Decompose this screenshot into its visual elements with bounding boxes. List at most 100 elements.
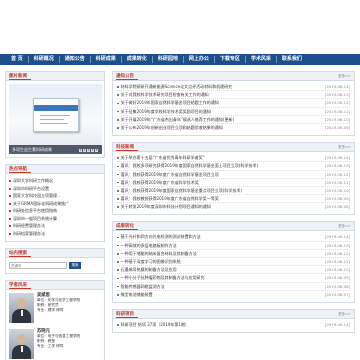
hot-link[interactable]: 科研档案管理办法 bbox=[9, 230, 101, 238]
bullet-icon bbox=[117, 236, 119, 239]
site-search-panel: 站内搜索 搜索 bbox=[5, 248, 105, 274]
list-item[interactable]: 关于做好2019年国家自然科学基金项目结题工作的通知 [2019-06-12] bbox=[117, 99, 350, 108]
bullet-icon bbox=[117, 157, 119, 159]
bullet-icon bbox=[9, 187, 11, 190]
bullet-icon bbox=[117, 165, 119, 168]
nav-scholars[interactable]: 学术风采 bbox=[246, 54, 276, 65]
hot-link[interactable]: 科研处信息平台使用指南 bbox=[9, 207, 101, 215]
right-column: 通知公告 更多>> 材料学院硕研开通新能源Science论文点评活动材料和机理研… bbox=[112, 71, 355, 339]
panel-header: 科技新闻 更多>> bbox=[113, 143, 354, 153]
list-item[interactable]: 一种高效的多层电路板制作方法 [2019-06-13] bbox=[117, 242, 350, 250]
bullet-icon bbox=[117, 198, 119, 200]
hot-link[interactable]: 深圳市科研平台设置 bbox=[9, 185, 101, 193]
list-item[interactable]: 关于转发2019年度深圳市科技计划项目通知的通知 [2019-06-08] bbox=[117, 203, 350, 211]
hot-link[interactable]: 深圳大学科研工作概况 bbox=[9, 177, 101, 185]
list-item[interactable]: 一种用于储能的纳米复合材料及其制备方法 [2019-06-12] bbox=[117, 250, 350, 258]
panel-title: 站内搜索 bbox=[9, 250, 31, 257]
scholar-card[interactable]: 吴斌思 单位：化学与化学工程学院 职称：研究员 专业：理学 博导 bbox=[6, 290, 104, 326]
nav-achievements[interactable]: 科研成果 bbox=[91, 54, 121, 65]
slider-pager: 1 2 3 4 5 bbox=[79, 149, 98, 152]
more-link[interactable]: 更多>> bbox=[338, 312, 351, 317]
nav-downloads[interactable]: 下载专区 bbox=[215, 54, 245, 65]
research-news-panel: 科技新闻 更多>> 关于举办第十五届“广东省优秀青年科研学者奖” [2019-06… bbox=[112, 142, 355, 216]
list-item[interactable]: 关于举办第十五届“广东省优秀青年科研学者奖” [2019-06-14] bbox=[117, 154, 350, 163]
hot-link[interactable]: 深圳市一般项目系统计算 bbox=[9, 215, 101, 223]
slider-page-button[interactable]: 4 bbox=[91, 149, 94, 152]
list-item[interactable]: 喜讯：我校多项研究获得2019年度国家自然科学基金面上项目立项(科学技术) [20… bbox=[117, 162, 350, 171]
list-item[interactable]: 材料学院硕研开通新能源Science论文点评活动材料和机理研究 [2019-06-… bbox=[117, 83, 350, 92]
nav-contact[interactable]: 联系我们 bbox=[277, 54, 307, 65]
panel-header: 学者风采 bbox=[6, 281, 104, 290]
bullet-icon bbox=[117, 190, 119, 192]
list-item[interactable]: 喜讯：我校获得2019年度国家自然科学基金重点项目立项(科学技术) [2019-0… bbox=[117, 187, 350, 196]
list-item[interactable]: 关于公布2019年创新创业项目立项和结题验收结果的通知 [2019-06-09] bbox=[117, 124, 350, 132]
list-item[interactable]: 关于对我校科学技术研究项目检查有关工作的通知 [2019-06-13] bbox=[117, 91, 350, 100]
hot-links-panel: 热点导航 深圳大学科研工作概况 深圳市科研平台设置 国家大学科技园立项管理...… bbox=[5, 164, 105, 242]
notices-panel: 通知公告 更多>> 材料学院硕研开通新能源Science论文点评活动材料和机理研… bbox=[112, 71, 355, 137]
research-news-list: 关于举办第十五届“广东省优秀青年科研学者奖” [2019-06-14] 喜讯：我校… bbox=[113, 152, 354, 214]
list-item[interactable]: 石墨烯导热膜的制备方法及应用 [2019-06-10] bbox=[117, 266, 350, 275]
panel-title: 科研项目 bbox=[116, 311, 138, 318]
slider-page-button[interactable]: 3 bbox=[87, 149, 90, 152]
bullet-icon bbox=[117, 206, 119, 209]
scholar-info: 吴斌思 单位：化学与化学工程学院 职称：研究员 专业：理学 博导 bbox=[37, 293, 80, 323]
nav-research-garden[interactable]: 科研园地 bbox=[153, 54, 183, 65]
bullet-icon bbox=[117, 324, 119, 326]
nav-transfer[interactable]: 成果转化 bbox=[122, 54, 152, 65]
search-input[interactable] bbox=[9, 262, 67, 269]
scholar-photo[interactable] bbox=[9, 329, 34, 359]
nav-notices[interactable]: 通知公告 bbox=[60, 54, 90, 65]
list-item[interactable]: 科研项目 结项 37项（2019年第1期） [2019-06-14] bbox=[117, 321, 350, 329]
hot-link[interactable]: 国家大学科技园立项管理... bbox=[9, 192, 101, 200]
bullet-icon bbox=[117, 277, 119, 280]
panel-header: 成果转化 更多>> bbox=[113, 222, 354, 232]
list-item[interactable]: 关于征集2019年度学校科学技术奖奖励项目的通知 [2019-06-11] bbox=[117, 108, 350, 116]
list-item[interactable]: 智能传感器网络监测方法 [2019-06-08] bbox=[117, 283, 350, 291]
bullet-icon bbox=[117, 94, 119, 96]
search-button[interactable]: 搜索 bbox=[69, 262, 81, 269]
panel-title: 热点导航 bbox=[9, 166, 31, 173]
achievements-list: 基于光纤和四方向光电检测的测试装置和方法 [2019-06-14] 一种高效的多层… bbox=[113, 231, 354, 302]
scholar-photo[interactable] bbox=[9, 293, 34, 323]
projects-list: 科研项目 结项 37项（2019年第1期） [2019-06-14] bbox=[113, 319, 354, 332]
panel-title: 学者风采 bbox=[9, 282, 31, 289]
bullet-icon bbox=[117, 127, 119, 129]
projects-panel: 科研项目 更多>> 科研项目 结项 37项（2019年第1期） [2019-06-… bbox=[112, 308, 355, 334]
news-photo[interactable] bbox=[9, 84, 102, 152]
slider-page-button[interactable]: 2 bbox=[83, 149, 86, 152]
list-item[interactable]: 喜讯：我校获得2019年度广东省自然科学基金项目立项 [2019-06-12] bbox=[117, 171, 350, 179]
list-item[interactable]: 微型电池储能装置 [2019-06-07] bbox=[117, 291, 350, 299]
bullet-icon bbox=[117, 118, 119, 121]
nav-overview[interactable]: 科研概况 bbox=[29, 54, 59, 65]
slider-page-button[interactable]: 1 bbox=[79, 149, 82, 152]
panel-header: 站内搜索 bbox=[6, 249, 104, 258]
list-item[interactable]: 喜讯：我校教授获得2019年度广东省自然科学奖一等奖 [2019-06-09] bbox=[117, 195, 350, 204]
list-item[interactable]: 基于光纤和四方向光电检测的测试装置和方法 [2019-06-14] bbox=[117, 233, 350, 242]
more-link[interactable]: 更多>> bbox=[338, 145, 351, 150]
nav-home[interactable]: 首 页 bbox=[6, 54, 28, 65]
bullet-icon bbox=[9, 225, 11, 227]
bullet-icon bbox=[9, 232, 11, 235]
bullet-icon bbox=[9, 202, 11, 205]
achievements-panel: 成果转化 更多>> 基于光纤和四方向光电检测的测试装置和方法 [2019-06-1… bbox=[112, 221, 355, 303]
hot-link[interactable]: 科研经费管理办法 bbox=[9, 222, 101, 230]
scholar-card[interactable]: 苏晓元 单位：电子与信息工程学院 职称：教授 专业：工学 博导 bbox=[6, 326, 104, 360]
more-link[interactable]: 更多>> bbox=[338, 74, 351, 79]
photo-slider[interactable]: 多项生益生素科研成果 1 2 3 4 5 bbox=[6, 81, 104, 157]
list-item[interactable]: 一种基于深度学习的图像识别系统 [2019-06-11] bbox=[117, 258, 350, 267]
bullet-icon bbox=[117, 86, 119, 88]
list-item[interactable]: 关于开展2019年“广东省杰出青年”候选人推荐工作的通知(更新) [2019-06… bbox=[117, 116, 350, 124]
hot-link[interactable]: 关于GRMA国际化科研成果推广 bbox=[9, 200, 101, 208]
certificate-image bbox=[33, 98, 79, 132]
list-item[interactable]: 喜讯：我校获得2019年度广东省科学技术奖 [2019-06-11] bbox=[117, 179, 350, 187]
bullet-icon bbox=[117, 253, 119, 255]
list-item[interactable]: 一种小分子抗肿瘤药物及其制备方法与应用研究 [2019-06-09] bbox=[117, 274, 350, 283]
bullet-icon bbox=[9, 180, 11, 182]
panel-header: 通知公告 更多>> bbox=[113, 72, 354, 81]
slider-page-button[interactable]: 5 bbox=[95, 149, 98, 152]
header-banner bbox=[0, 0, 360, 50]
photo-news-panel: 图片新闻 多项生益生素科研成果 1 2 3 4 5 bbox=[5, 71, 105, 158]
more-link[interactable]: 更多>> bbox=[338, 224, 351, 229]
nav-online-office[interactable]: 网上办公 bbox=[184, 54, 214, 65]
bullet-icon bbox=[117, 102, 119, 105]
